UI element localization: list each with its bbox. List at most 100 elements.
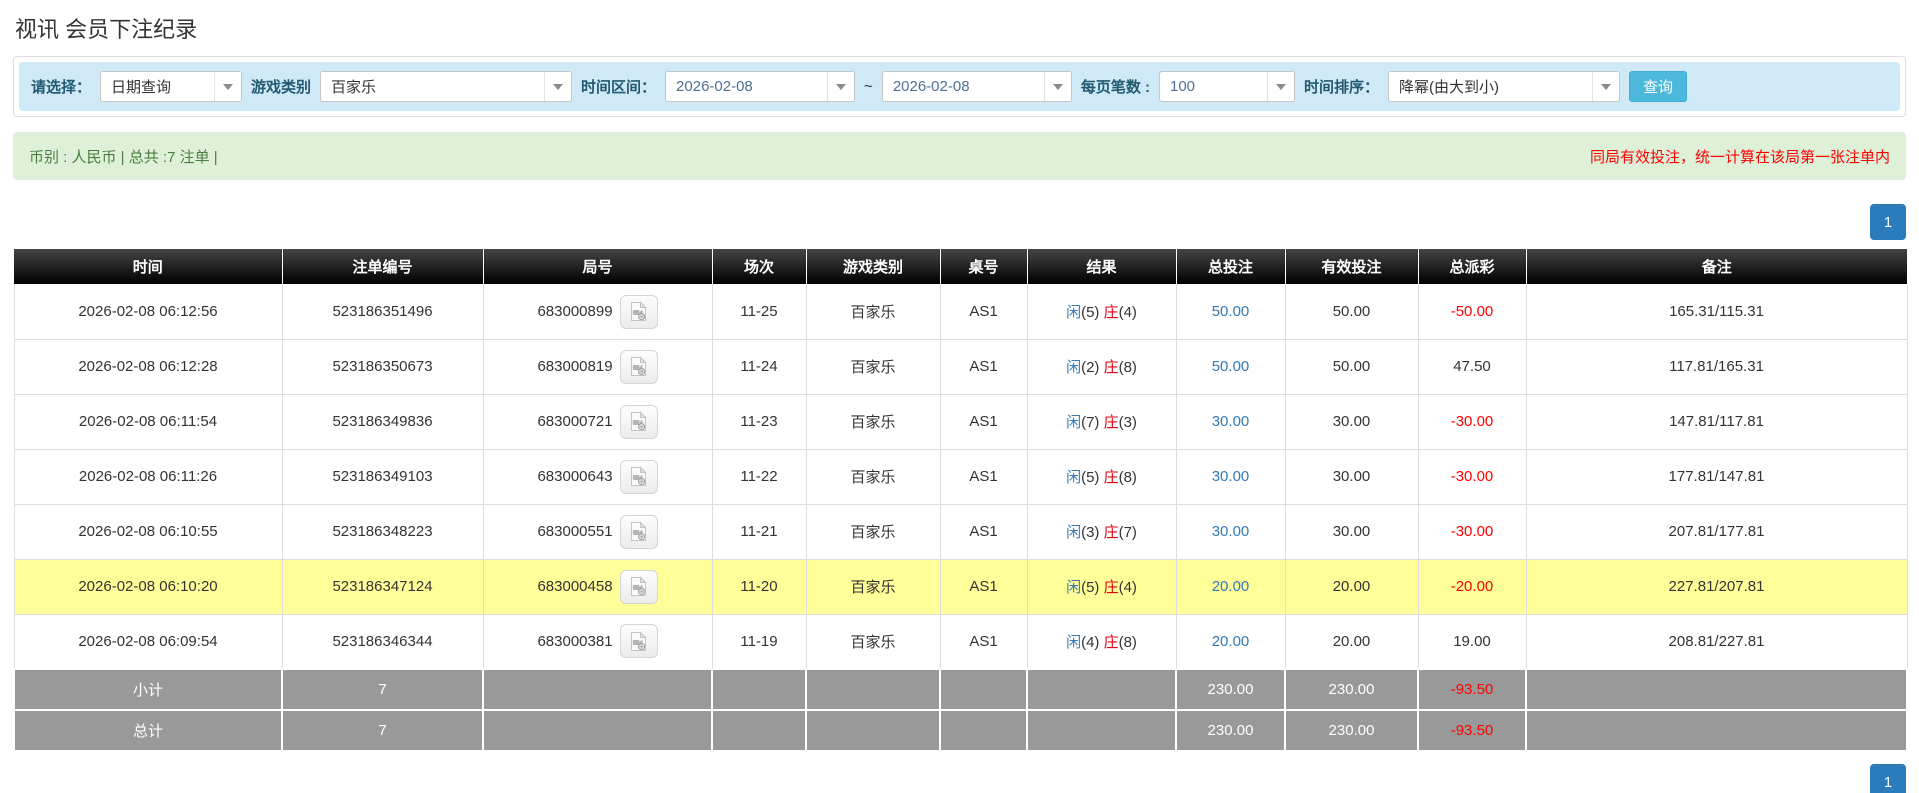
result-player-score: (7): [1081, 414, 1104, 431]
game-type-cell: 百家乐: [806, 449, 940, 504]
sort-order-label: 时间排序：: [1304, 76, 1379, 97]
total-bet-link[interactable]: 20.00: [1212, 578, 1250, 595]
table-row: 2026-02-08 06:11:54523186349836683000721…: [14, 394, 1907, 449]
session-cell: 11-20: [712, 559, 806, 614]
result-cell: 闲(5) 庄(4): [1027, 559, 1176, 614]
valid-bet-cell: 30.00: [1285, 394, 1418, 449]
pagination-page-1[interactable]: 1: [1870, 764, 1906, 793]
pagination-bottom: 1: [13, 764, 1906, 793]
result-player-score: (5): [1081, 469, 1104, 486]
summary-label-cell: 小计: [14, 669, 282, 710]
bet-id-cell: 523186351496: [282, 284, 483, 339]
session-cell: 11-22: [712, 449, 806, 504]
video-replay-button[interactable]: [620, 460, 658, 494]
video-replay-button[interactable]: [620, 350, 658, 384]
pagination-page-1[interactable]: 1: [1870, 204, 1906, 240]
date-to-picker[interactable]: 2026-02-08: [882, 71, 1072, 102]
table-no-cell: AS1: [940, 504, 1027, 559]
page-size-value: 100: [1160, 72, 1267, 101]
time-cell: 2026-02-08 06:11:54: [14, 394, 282, 449]
query-type-label: 请选择：: [31, 76, 91, 97]
table-no-cell: AS1: [940, 559, 1027, 614]
search-button[interactable]: 查询: [1629, 71, 1687, 102]
chevron-down-icon: [1044, 72, 1071, 101]
chevron-down-icon: [1592, 72, 1619, 101]
time-cell: 2026-02-08 06:10:20: [14, 559, 282, 614]
payout-cell: 19.00: [1418, 614, 1526, 669]
result-cell: 闲(2) 庄(8): [1027, 339, 1176, 394]
result-player-score: (3): [1081, 524, 1104, 541]
result-banker-score: (4): [1119, 579, 1137, 596]
video-replay-button[interactable]: [620, 295, 658, 329]
round-cell: 683000819: [483, 339, 712, 394]
total-bet-cell: 50.00: [1176, 339, 1285, 394]
payout-cell: -30.00: [1418, 394, 1526, 449]
game-type-select[interactable]: 百家乐: [320, 71, 572, 102]
summary-empty-cell: [1526, 669, 1907, 710]
total-bet-link[interactable]: 30.00: [1212, 523, 1250, 540]
total-bet-cell: 30.00: [1176, 394, 1285, 449]
result-player-score: (5): [1081, 304, 1104, 321]
filter-bar: 请选择： 日期查询 游戏类别 百家乐 时间区间： 2026-02-08 ~ 20…: [19, 62, 1900, 111]
column-header: 桌号: [940, 249, 1027, 284]
query-type-select[interactable]: 日期查询: [100, 71, 242, 102]
round-wrap: 683000381: [484, 624, 712, 658]
total-bet-link[interactable]: 30.00: [1212, 468, 1250, 485]
result-player-label: 闲: [1066, 634, 1081, 651]
valid-bet-cell: 50.00: [1285, 284, 1418, 339]
summary-payout-cell: -93.50: [1418, 710, 1526, 751]
round-number: 683000643: [537, 468, 612, 485]
game-type-value: 百家乐: [321, 72, 544, 101]
result-player-label: 闲: [1066, 469, 1081, 486]
video-replay-icon: [629, 521, 648, 542]
result-banker-label: 庄: [1104, 414, 1119, 431]
game-type-cell: 百家乐: [806, 559, 940, 614]
payout-cell: -30.00: [1418, 504, 1526, 559]
result-player-label: 闲: [1066, 524, 1081, 541]
date-to-value: 2026-02-08: [883, 72, 1044, 101]
total-bet-link[interactable]: 30.00: [1212, 413, 1250, 430]
result-cell: 闲(4) 庄(8): [1027, 614, 1176, 669]
round-number: 683000458: [537, 578, 612, 595]
total-bet-link[interactable]: 50.00: [1212, 358, 1250, 375]
round-wrap: 683000899: [484, 295, 712, 329]
result-player-score: (4): [1081, 634, 1104, 651]
column-header: 游戏类别: [806, 249, 940, 284]
game-type-cell: 百家乐: [806, 614, 940, 669]
result-banker-score: (3): [1119, 414, 1137, 431]
bet-id-cell: 523186347124: [282, 559, 483, 614]
valid-bet-cell: 20.00: [1285, 559, 1418, 614]
result-cell: 闲(5) 庄(4): [1027, 284, 1176, 339]
sort-order-select[interactable]: 降幂(由大到小): [1388, 71, 1620, 102]
column-header: 备注: [1526, 249, 1907, 284]
round-cell: 683000721: [483, 394, 712, 449]
round-wrap: 683000458: [484, 570, 712, 604]
date-from-picker[interactable]: 2026-02-08: [665, 71, 855, 102]
page: 视讯 会员下注纪录 请选择： 日期查询 游戏类别 百家乐 时间区间： 2026-…: [0, 0, 1919, 793]
date-from-value: 2026-02-08: [666, 72, 827, 101]
summary-total-bet-cell: 230.00: [1176, 669, 1285, 710]
payout-cell: -20.00: [1418, 559, 1526, 614]
game-type-cell: 百家乐: [806, 394, 940, 449]
game-type-label: 游戏类别: [251, 76, 311, 97]
result-player-score: (5): [1081, 579, 1104, 596]
summary-bar: 币别 : 人民币 | 总共 :7 注单 | 同局有效投注，统一计算在该局第一张注…: [13, 132, 1906, 180]
table-row: 2026-02-08 06:10:55523186348223683000551…: [14, 504, 1907, 559]
page-size-select[interactable]: 100: [1159, 71, 1295, 102]
video-replay-icon: [629, 576, 648, 597]
total-bet-cell: 20.00: [1176, 559, 1285, 614]
video-replay-button[interactable]: [620, 515, 658, 549]
table-row: 2026-02-08 06:12:28523186350673683000819…: [14, 339, 1907, 394]
video-replay-button[interactable]: [620, 405, 658, 439]
column-header: 总投注: [1176, 249, 1285, 284]
column-header: 注单编号: [282, 249, 483, 284]
round-wrap: 683000819: [484, 350, 712, 384]
video-replay-button[interactable]: [620, 624, 658, 658]
note-cell: 147.81/117.81: [1526, 394, 1907, 449]
subtotal-row: 小计7230.00230.00-93.50: [14, 669, 1907, 710]
total-bet-link[interactable]: 20.00: [1212, 633, 1250, 650]
total-bet-link[interactable]: 50.00: [1212, 303, 1250, 320]
note-cell: 207.81/177.81: [1526, 504, 1907, 559]
video-replay-button[interactable]: [620, 570, 658, 604]
valid-bet-cell: 20.00: [1285, 614, 1418, 669]
